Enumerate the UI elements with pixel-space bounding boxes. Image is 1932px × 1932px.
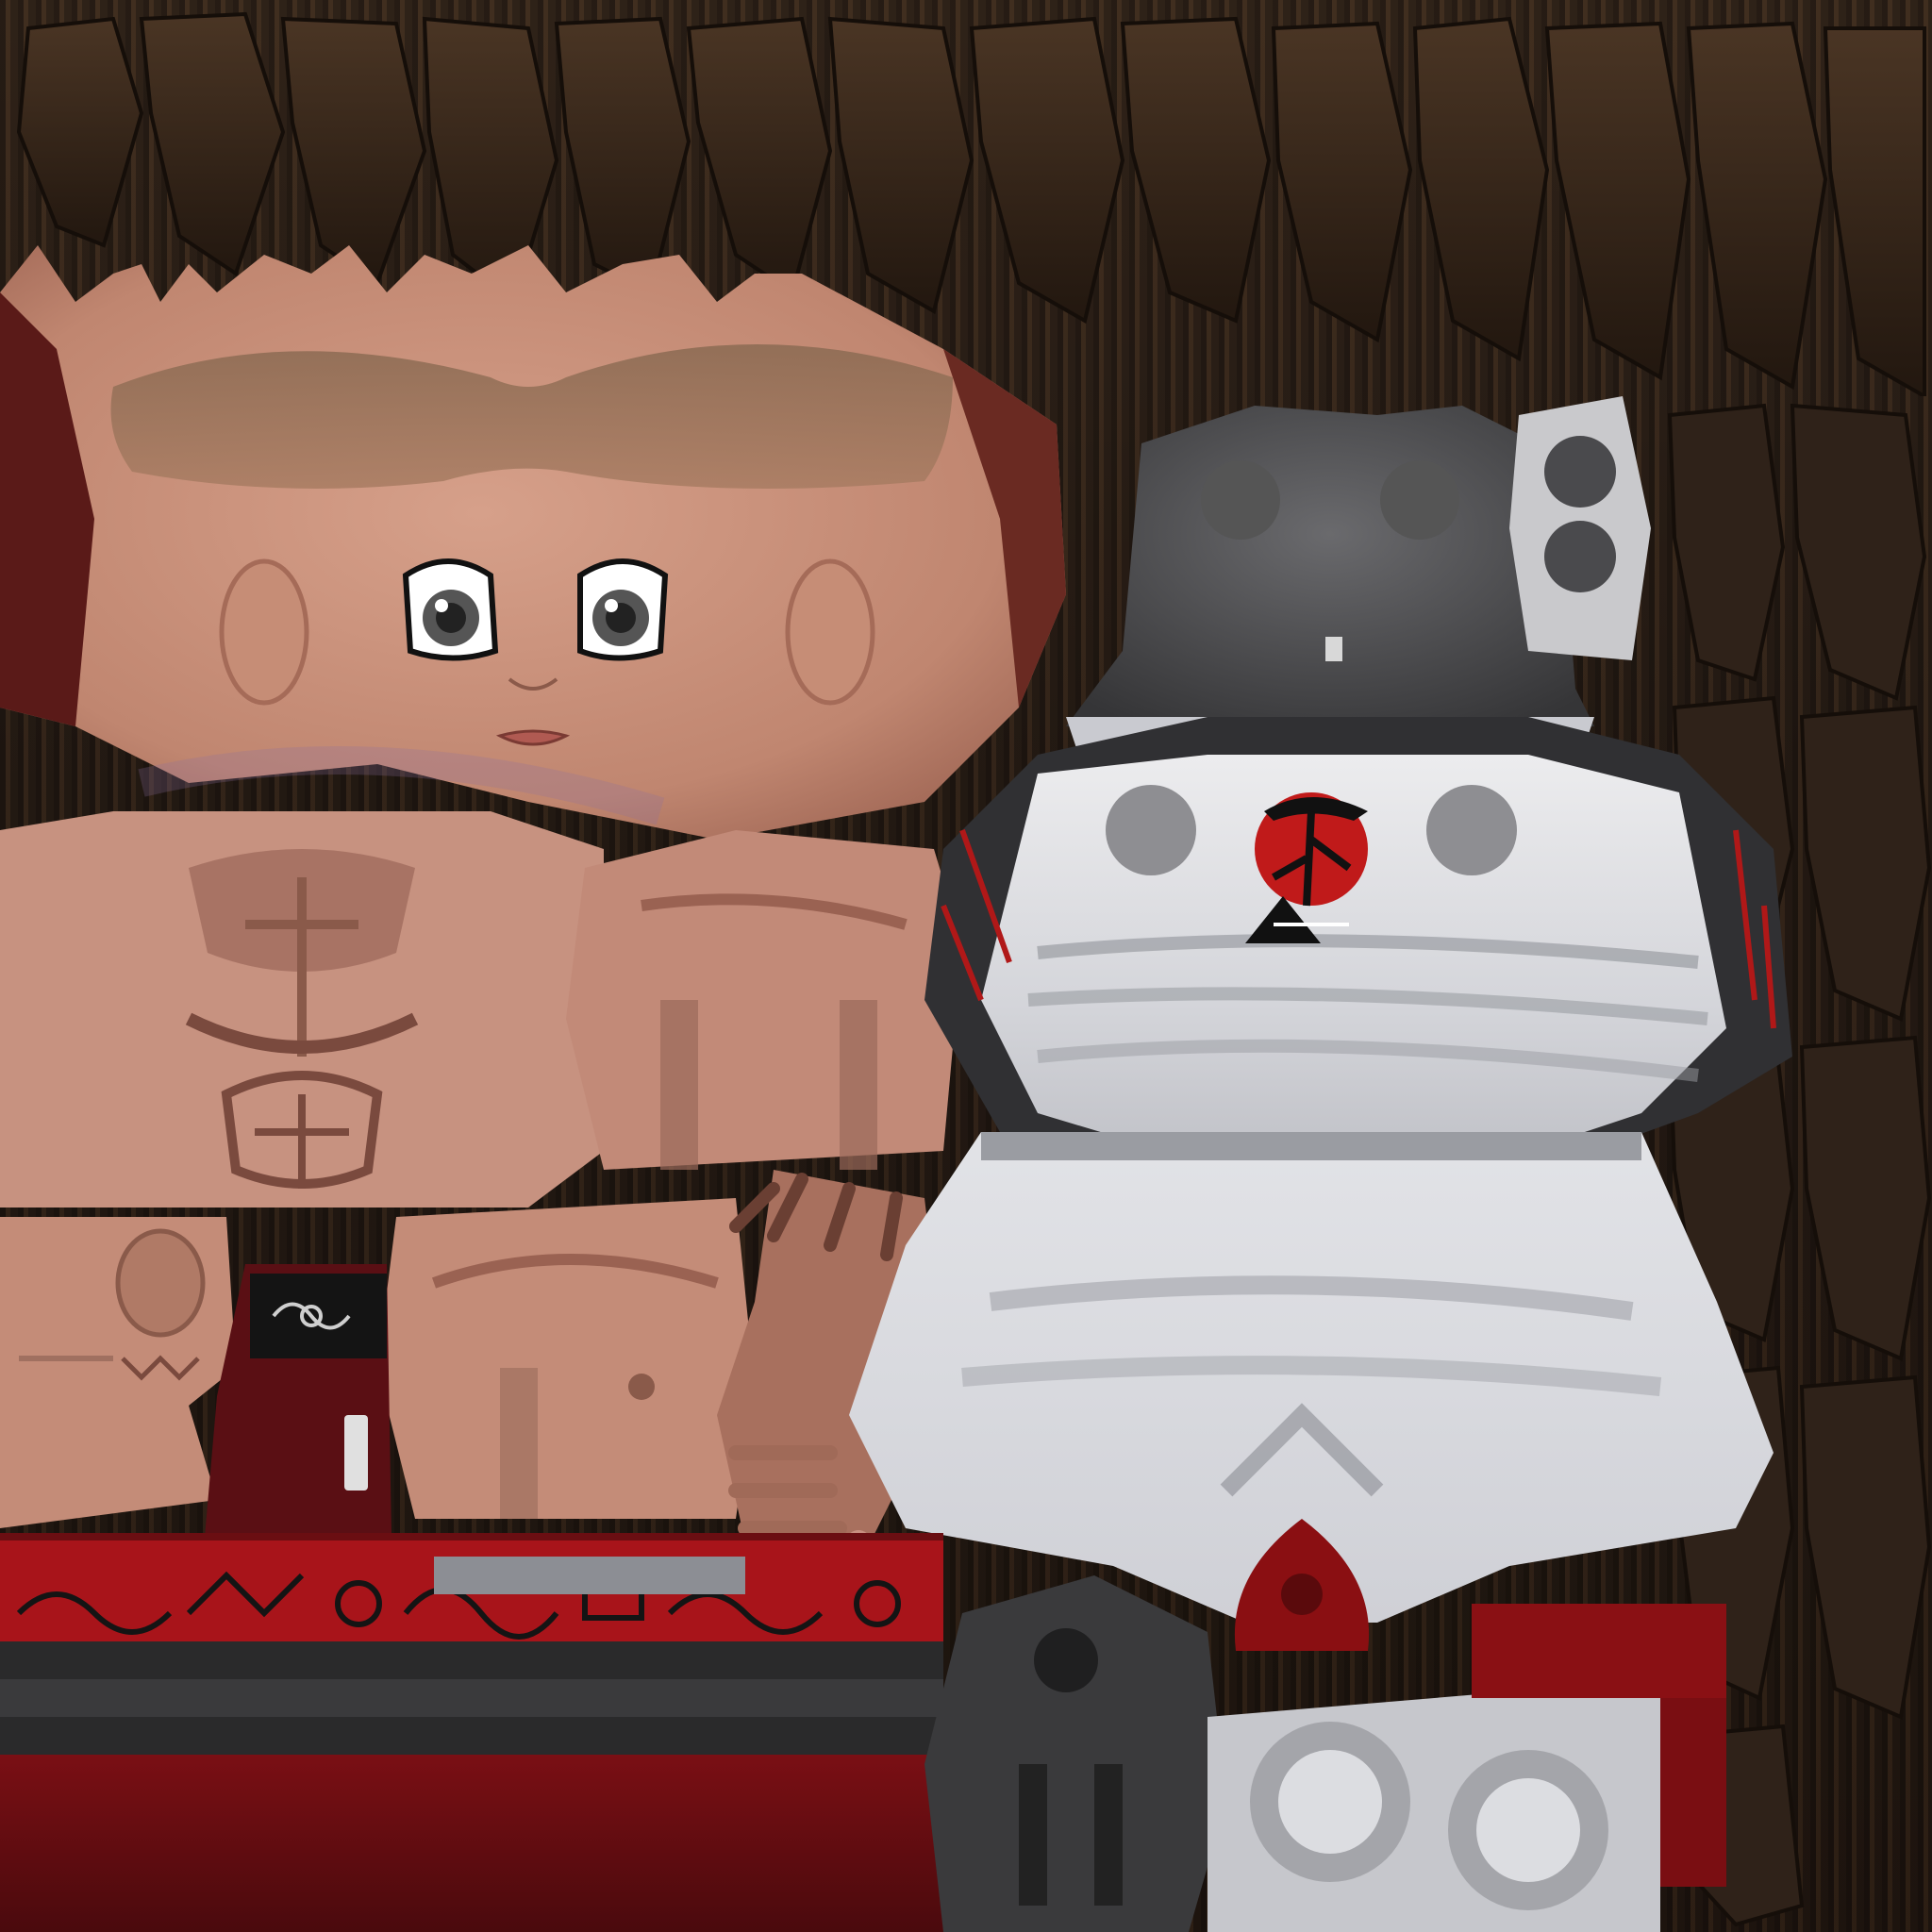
torso-back-island: [566, 830, 962, 1170]
belt-lower-band: [0, 1755, 991, 1932]
crotch-gusset-island: [1234, 1519, 1370, 1651]
boot-island: [924, 1575, 1226, 1932]
face-island: [0, 245, 1066, 840]
belt-top-edge: [0, 1533, 943, 1541]
hair-strip: [16, 16, 144, 248]
waist-flap-edge: [1660, 1698, 1726, 1887]
torso-front-island: [0, 811, 604, 1208]
sphere-island: [1208, 1679, 1660, 1932]
uv-texture-atlas: [0, 0, 1932, 1932]
hair-strip: [1686, 21, 1828, 391]
torso-lower-island: [377, 1198, 755, 1519]
hair-strip: [1412, 16, 1550, 362]
hair-strip: [1120, 16, 1272, 324]
right-eye-icon: [577, 558, 669, 661]
shirt-island: [924, 717, 1792, 1189]
waist-flap-island: [1472, 1604, 1726, 1698]
left-eye-icon: [402, 558, 499, 661]
hair-strip: [1544, 21, 1691, 381]
button-island: [1509, 396, 1651, 660]
hair-strip: [1823, 26, 1926, 396]
hair-strip: [139, 11, 286, 277]
hair-strip: [1271, 21, 1413, 343]
seam-strip: [434, 1557, 745, 1594]
